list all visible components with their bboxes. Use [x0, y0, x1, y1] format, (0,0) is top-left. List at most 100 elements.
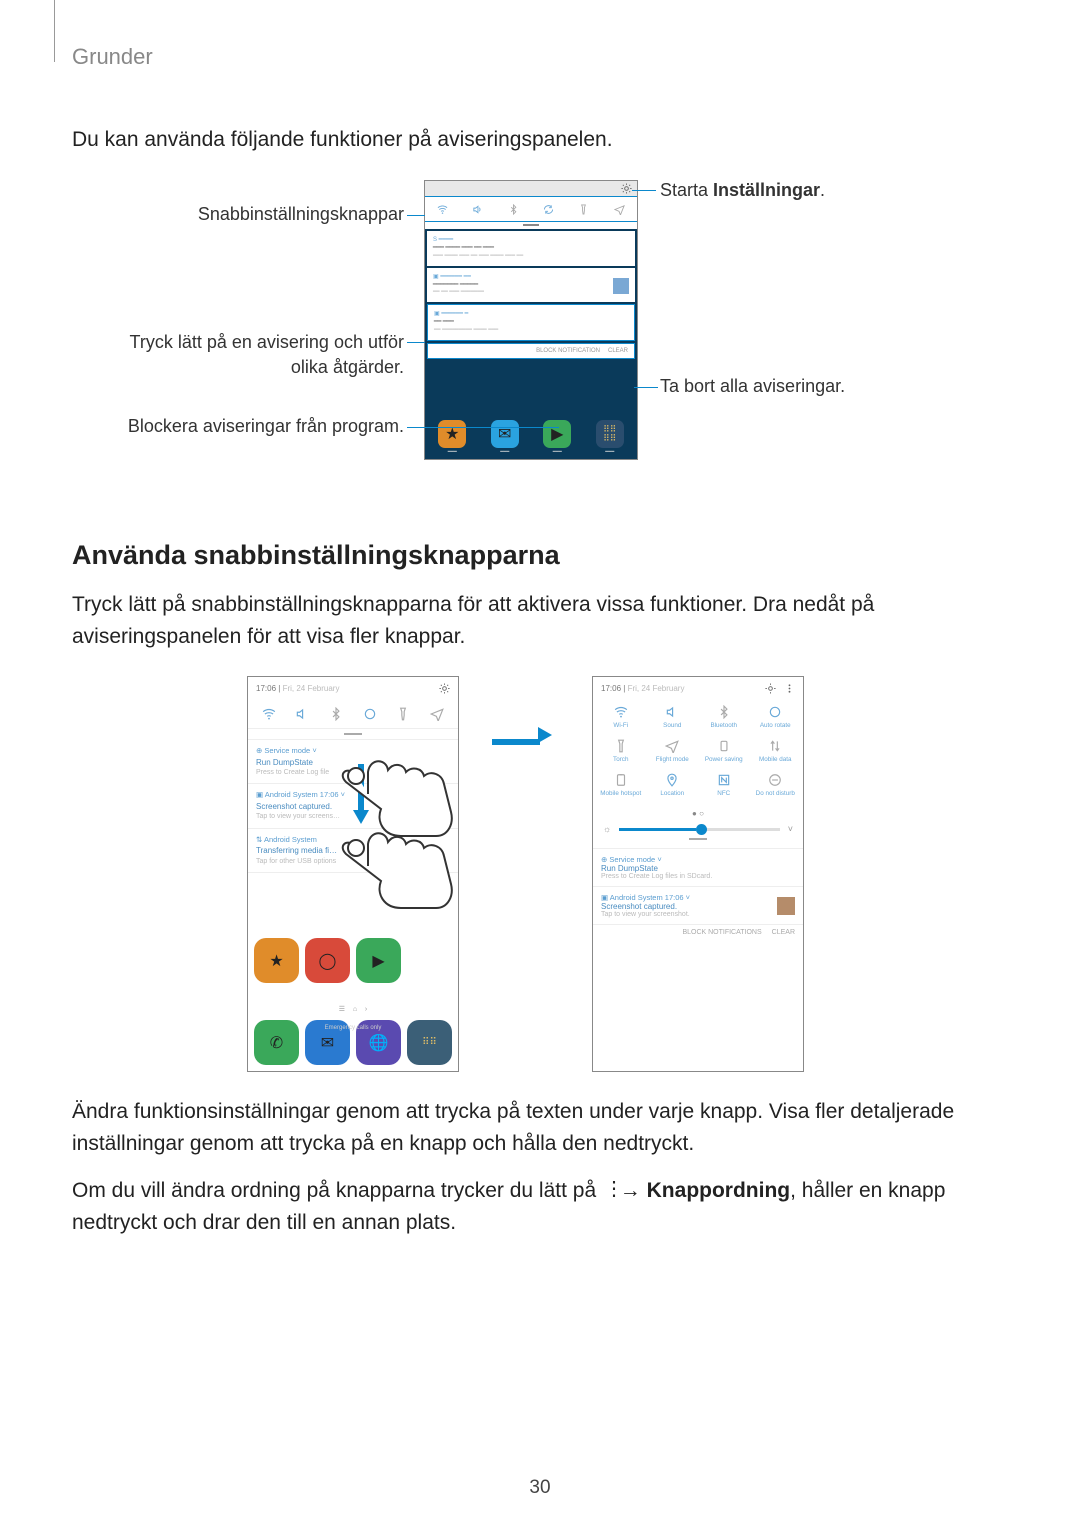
qs-mobile: Mobile data: [750, 737, 802, 769]
drag-handle: [593, 838, 803, 848]
qs-flight: Flight mode: [647, 737, 699, 769]
hotspot-icon: [614, 773, 628, 787]
rotate-icon: [543, 204, 554, 215]
callout-settings-suffix: .: [820, 180, 825, 200]
plane-icon: [665, 739, 679, 753]
quick-settings-row: [248, 699, 458, 729]
notif-app: Android System 17:06: [265, 790, 339, 799]
status-time: 17:06: [601, 684, 621, 693]
more-kebab-icon: [602, 1182, 614, 1200]
notif-app: Service mode: [609, 855, 655, 864]
notification-1: S ━━━━ ━━━ ━━━━ ━━━ ━━ ━━━ ━━━ ━━━━ ━━━ …: [427, 231, 635, 266]
bluetooth-icon: [717, 705, 731, 719]
quick-settings-row: [424, 196, 638, 222]
block-label: BLOCK NOTIFICATIONS: [682, 929, 761, 936]
notification-2: ▣ ━━━━━━ ━━ ━━━━━━━ ━━━━━ ━━ ━━ ━━━ ━━━━…: [427, 268, 635, 303]
arrow-down-icon: [353, 764, 369, 824]
figure-2: 17:06 | Fri, 24 February ⊕ Service mode …: [72, 676, 1008, 1076]
reorder-bold: Knappordning: [647, 1179, 790, 1202]
callout-settings: Starta Inställningar.: [660, 180, 825, 201]
page-header: Grunder: [72, 44, 1008, 70]
brightness-icon: ☼: [603, 824, 611, 834]
qs-label: Flight mode: [656, 757, 689, 769]
quick-settings-grid: Wi-Fi Sound Bluetooth Auto rotate Torch …: [593, 699, 803, 807]
dnd-icon: [768, 773, 782, 787]
plane-icon: [614, 204, 625, 215]
wifi-icon: [262, 707, 276, 721]
section-heading: Använda snabbinställningsknapparna: [72, 540, 1008, 571]
notif-body: Tap to view your screenshot.: [601, 911, 795, 918]
callout-tap-notif: Tryck lätt på en avisering och utför oli…: [72, 330, 404, 380]
sound-icon: [665, 705, 679, 719]
lead-line: [632, 190, 656, 191]
emergency-label: Emergency calls only: [248, 1025, 458, 1031]
mid-indicator: ☰ ⌂ ›: [248, 1005, 458, 1013]
notif-app: Android System 17:06: [610, 893, 684, 902]
notif-body: Tap for other USB options: [256, 857, 450, 867]
notification-2: ▣ Android System 17:06 ˅ Screenshot capt…: [593, 886, 803, 924]
qs-power: Power saving: [698, 737, 750, 769]
notification-1: ⊕ Service mode ˅ Run DumpState Press to …: [593, 848, 803, 886]
qs-label: Sound: [663, 723, 681, 735]
qs-label: Mobile hotspot: [600, 791, 641, 803]
callout-quick-settings: Snabbinställningsknappar: [72, 204, 404, 225]
lead-line: [407, 215, 425, 216]
gear-icon: [439, 683, 450, 694]
clear-label: CLEAR: [772, 929, 795, 936]
dock: ★ ━━━ ✉ ━━━ ▶ ━━━ ⠿⠿⠿⠿ ━━━: [429, 420, 633, 455]
notif-body: Press to Create Log files in SDcard.: [601, 873, 795, 880]
status-date: Fri, 24 February: [283, 684, 340, 693]
dock-app-apps: ⠿⠿⠿⠿: [596, 420, 624, 448]
phone-mock-2a: 17:06 | Fri, 24 February ⊕ Service mode …: [247, 676, 459, 1072]
qs-dnd: Do not disturb: [750, 771, 802, 803]
callout-tap-line1: Tryck lätt på en avisering och utför: [72, 330, 404, 355]
notif-title: Screenshot captured.: [601, 902, 795, 911]
gear-icon: [621, 183, 632, 194]
qs-location: Location: [647, 771, 699, 803]
status-date: Fri, 24 February: [628, 684, 685, 693]
block-label: BLOCK N…: [248, 872, 458, 888]
torch-icon: [396, 707, 410, 721]
app-tile: ◯: [305, 938, 350, 983]
qs-label: Bluetooth: [710, 723, 737, 735]
reorder-prefix: Om du vill ändra ordning på knapparna tr…: [72, 1179, 602, 1202]
chevron-down-icon: ˅: [788, 824, 793, 834]
rotate-icon: [363, 707, 377, 721]
torch-icon: [578, 204, 589, 215]
more-icon: [784, 683, 795, 694]
bluetooth-icon: [508, 204, 519, 215]
dock-app-3: ▶: [543, 420, 571, 448]
notification-3: ⇅ Android System Transferring media fi… …: [248, 828, 458, 872]
sound-icon: [472, 204, 483, 215]
figure-1: S ━━━━ ━━━ ━━━━ ━━━ ━━ ━━━ ━━━ ━━━━ ━━━ …: [72, 180, 1008, 480]
dock-app-1: ★: [438, 420, 466, 448]
wifi-icon: [614, 705, 628, 719]
qs-torch: Torch: [595, 737, 647, 769]
status-bar: 17:06 | Fri, 24 February: [248, 677, 458, 699]
qs-label: Auto rotate: [760, 723, 791, 735]
callout-clear: Ta bort alla aviseringar.: [660, 376, 845, 397]
callout-settings-prefix: Starta: [660, 180, 713, 200]
plane-icon: [430, 707, 444, 721]
notif-app: Android System: [264, 835, 317, 844]
status-bar: [425, 181, 637, 197]
app-row-top: ★ ◯ ▶: [254, 938, 452, 983]
clear-row: BLOCK NOTIFICATION CLEAR: [427, 343, 635, 359]
qs-label: Location: [660, 791, 684, 803]
page-dots: ● ○: [593, 807, 803, 820]
arrow-right-icon: [492, 732, 540, 750]
lead-line: [407, 427, 559, 428]
notif-app: Service mode: [264, 746, 310, 755]
wifi-icon: [437, 204, 448, 215]
power-icon: [717, 739, 731, 753]
lead-line: [634, 387, 658, 388]
torch-icon: [614, 739, 628, 753]
qs-hotspot: Mobile hotspot: [595, 771, 647, 803]
lead-line: [407, 342, 425, 343]
block-notifications-label: BLOCK NOTIFICATION: [536, 348, 600, 354]
bluetooth-icon: [329, 707, 343, 721]
clear-row: BLOCK NOTIFICATIONS CLEAR: [593, 924, 803, 940]
drag-handle: [248, 729, 458, 739]
notification-3-highlight: ▣ ━━━━━━ ━ ━━ ━━━ ━━ ━━━━━━━━━ ━━━━ ━━━: [427, 304, 635, 341]
gear-icon: [765, 683, 776, 694]
